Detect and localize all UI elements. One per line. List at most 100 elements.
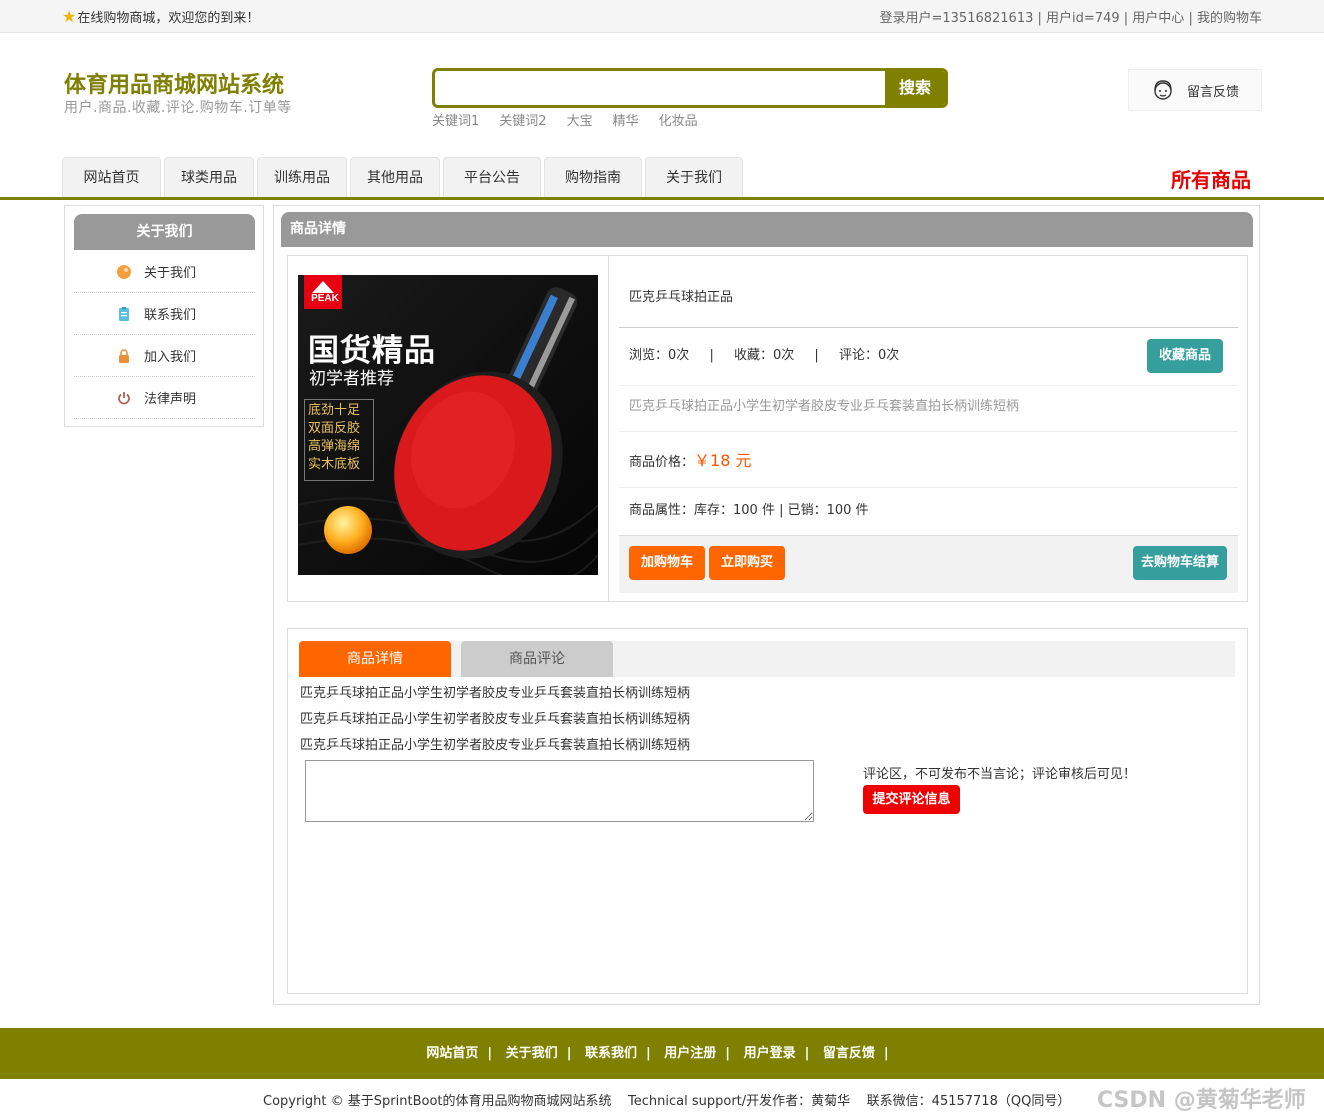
keyword-link[interactable]: 化妆品: [659, 110, 698, 129]
favorites-count: 0次: [772, 348, 795, 363]
action-bar: 加购物车 立即购买 去购物车结算: [619, 536, 1238, 593]
detail-tabs: 商品详情 商品评论: [299, 641, 1235, 677]
sidebar-title: 关于我们: [74, 214, 255, 250]
footer-link-home[interactable]: 网站首页: [426, 1046, 478, 1061]
separator: |: [883, 1046, 889, 1061]
image-feature: 双面反胶: [308, 421, 361, 436]
favorites-label: 收藏：: [733, 348, 773, 363]
user-center-link[interactable]: 用户中心: [1132, 11, 1184, 26]
footer-link-login[interactable]: 用户登录: [744, 1046, 796, 1061]
footer-link-contact[interactable]: 联系我们: [585, 1046, 637, 1061]
nav-announcements[interactable]: 平台公告: [443, 157, 541, 197]
search-input[interactable]: [435, 71, 887, 105]
sidebar-item-about[interactable]: 关于我们: [74, 251, 255, 293]
separator: |: [709, 348, 714, 363]
separator: |: [804, 1046, 810, 1061]
separator: |: [814, 348, 819, 363]
separator: |: [1188, 11, 1193, 26]
keyword-link[interactable]: 精华: [613, 110, 639, 129]
image-feature: 高弹海绵: [308, 439, 361, 454]
customer-service-icon: [1154, 80, 1172, 100]
attributes-value: 库存：100 件 | 已销：100 件: [694, 503, 869, 518]
product-name: 匹克乒乓球拍正品: [619, 256, 1238, 328]
views-count: 0次: [668, 348, 690, 363]
keyword-link[interactable]: 关键词2: [499, 110, 546, 129]
welcome-text: 在线购物商城，欢迎您的到来！: [77, 11, 260, 26]
favorite-button[interactable]: 收藏商品: [1147, 339, 1223, 373]
comment-textarea[interactable]: [305, 760, 814, 822]
sidebar-item-label: 法律声明: [144, 392, 197, 407]
power-icon: [116, 390, 132, 406]
search-button[interactable]: 搜索: [885, 71, 945, 105]
top-bar: ★ 在线购物商城，欢迎您的到来！ 登录用户=13516821613 | 用户id…: [0, 0, 1324, 33]
keyword-link[interactable]: 关键词1: [432, 110, 479, 129]
star-icon: ★: [62, 6, 77, 26]
details-panel: 商品详情 商品评论 匹克乒乓球拍正品小学生初学者胶皮专业乒乓套装直拍长柄训练短柄…: [287, 628, 1248, 994]
product-description: 匹克乒乓球拍正品小学生初学者胶皮专业乒乓套装直拍长柄训练短柄: [619, 386, 1238, 432]
product-image[interactable]: PEAK 国货精品 初学者推荐 底劲十足 双面反胶 高弹海绵 实木底板: [298, 275, 598, 575]
comments-count: 0次: [877, 348, 900, 363]
brand-logo-text: PEAK: [311, 293, 339, 304]
separator: |: [725, 1046, 731, 1061]
separator: |: [645, 1046, 651, 1061]
footer-link-about[interactable]: 关于我们: [506, 1046, 558, 1061]
sidebar-item-label: 联系我们: [144, 308, 197, 323]
main-nav: 网站首页 球类用品 训练用品 其他用品 平台公告 购物指南 关于我们 所有商品: [0, 157, 1324, 200]
image-feature: 实木底板: [308, 457, 361, 472]
site-header: 体育用品商城网站系统 用户.商品.收藏.评论.购物车.订单等 搜索 关键词1 关…: [0, 33, 1324, 156]
user-links: 登录用户=13516821613 | 用户id=749 | 用户中心 | 我的购…: [880, 7, 1263, 26]
my-cart-link[interactable]: 我的购物车: [1197, 11, 1262, 26]
sidebar-item-join[interactable]: 加入我们: [74, 335, 255, 377]
add-to-cart-button[interactable]: 加购物车: [629, 546, 705, 580]
tab-product-comments[interactable]: 商品评论: [461, 641, 613, 677]
separator: |: [1037, 11, 1042, 26]
separator: |: [487, 1046, 493, 1061]
sidebar-item-legal[interactable]: 法律声明: [74, 377, 255, 419]
orange-circle-icon: [116, 264, 132, 280]
sidebar-item-label: 加入我们: [144, 350, 197, 365]
submit-comment-button[interactable]: 提交评论信息: [863, 785, 960, 814]
buy-now-button[interactable]: 立即购买: [709, 546, 785, 580]
separator: |: [1123, 11, 1129, 26]
sidebar: 关于我们 关于我们 联系我们 加入我们 法律声明: [64, 205, 264, 427]
image-subheadline: 初学者推荐: [309, 369, 394, 389]
price-label: 商品价格：: [629, 455, 695, 470]
welcome-message: ★ 在线购物商城，欢迎您的到来！: [62, 7, 259, 26]
copyright-text: Copyright © 基于SprintBoot的体育用品购物商城网站系统 Te…: [263, 1094, 1071, 1109]
comments-label: 评论：: [838, 348, 878, 363]
section-title: 商品详情: [281, 212, 1253, 247]
sidebar-item-contact[interactable]: 联系我们: [74, 293, 255, 335]
comment-notice: 评论区，不可发布不当言论；评论审核后可见！: [863, 767, 1137, 782]
logged-in-user: 登录用户=13516821613: [879, 11, 1034, 26]
attributes-label: 商品属性：: [629, 503, 695, 518]
divider: [608, 256, 609, 601]
footer-link-feedback[interactable]: 留言反馈: [823, 1046, 875, 1061]
nav-ball-products[interactable]: 球类用品: [164, 157, 254, 197]
nav-shopping-guide[interactable]: 购物指南: [544, 157, 642, 197]
user-id: 用户id=749: [1046, 11, 1120, 26]
detail-line: 匹克乒乓球拍正品小学生初学者胶皮专业乒乓套装直拍长柄训练短柄: [300, 686, 691, 701]
all-products-link[interactable]: 所有商品: [1171, 164, 1251, 193]
site-subtitle: 用户.商品.收藏.评论.购物车.订单等: [64, 100, 292, 116]
product-panel: PEAK 国货精品 初学者推荐 底劲十足 双面反胶 高弹海绵 实木底板 匹克乒乓…: [287, 255, 1248, 602]
views-label: 浏览：: [629, 348, 669, 363]
detail-line: 匹克乒乓球拍正品小学生初学者胶皮专业乒乓套装直拍长柄训练短柄: [300, 738, 691, 753]
nav-other-products[interactable]: 其他用品: [350, 157, 440, 197]
clipboard-icon: [116, 306, 132, 322]
main-content: 商品详情 PEAK 国货精品 初学者推荐 底劲十足 双面反胶 高弹海绵 实木底板…: [273, 205, 1260, 1005]
product-price: ￥18 元: [694, 451, 752, 470]
feedback-button[interactable]: 留言反馈: [1128, 69, 1262, 111]
sidebar-item-label: 关于我们: [144, 266, 197, 281]
product-stats: 浏览：0次 | 收藏：0次 | 评论：0次 收藏商品: [619, 328, 1238, 386]
keyword-link[interactable]: 大宝: [567, 110, 593, 129]
site-title[interactable]: 体育用品商城网站系统: [64, 67, 284, 99]
nav-training-products[interactable]: 训练用品: [257, 157, 347, 197]
checkout-button[interactable]: 去购物车结算: [1133, 546, 1227, 580]
feedback-label: 留言反馈: [1187, 84, 1240, 100]
nav-home[interactable]: 网站首页: [62, 157, 161, 197]
nav-about-us[interactable]: 关于我们: [645, 157, 743, 197]
lock-icon: [116, 348, 132, 364]
footer-link-register[interactable]: 用户注册: [664, 1046, 716, 1061]
tab-product-details[interactable]: 商品详情: [299, 641, 451, 677]
footer-nav: 网站首页 | 关于我们 | 联系我们 | 用户注册 | 用户登录 | 留言反馈 |: [0, 1028, 1324, 1079]
